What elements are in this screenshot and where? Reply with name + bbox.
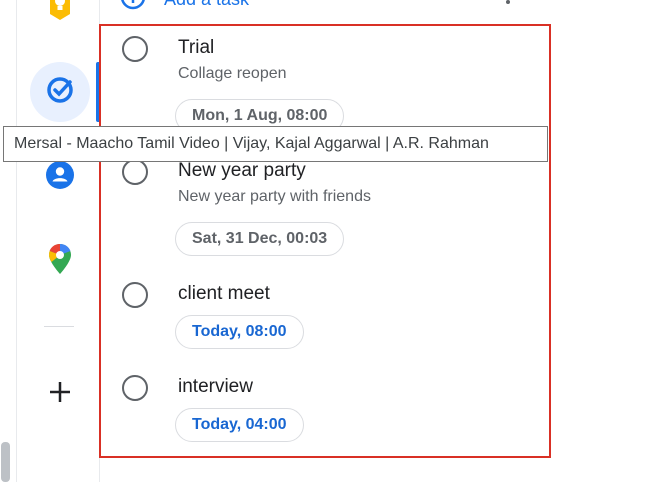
plus-icon: [48, 380, 72, 409]
scrollbar-thumb[interactable]: [1, 442, 10, 482]
rail-divider: [44, 326, 74, 327]
keep-icon: [47, 0, 73, 29]
tooltip: Mersal - Maacho Tamil Video | Vijay, Kaj…: [3, 126, 548, 162]
side-rail: [17, 0, 99, 482]
tasks-app-button[interactable]: [30, 62, 90, 122]
page-edge-strip: [0, 0, 17, 482]
add-app-button[interactable]: [30, 364, 90, 424]
add-task-button[interactable]: Add a task: [120, 0, 249, 10]
add-task-icon: [120, 0, 150, 17]
add-task-label: Add a task: [164, 0, 249, 10]
selection-highlight: [99, 24, 551, 458]
contacts-icon: [46, 160, 74, 194]
tasks-icon: [46, 76, 74, 109]
maps-app-button[interactable]: [30, 231, 90, 291]
more-options-icon[interactable]: [505, 0, 511, 4]
maps-pin-icon: [49, 243, 71, 279]
keep-app-button[interactable]: [30, 0, 90, 39]
